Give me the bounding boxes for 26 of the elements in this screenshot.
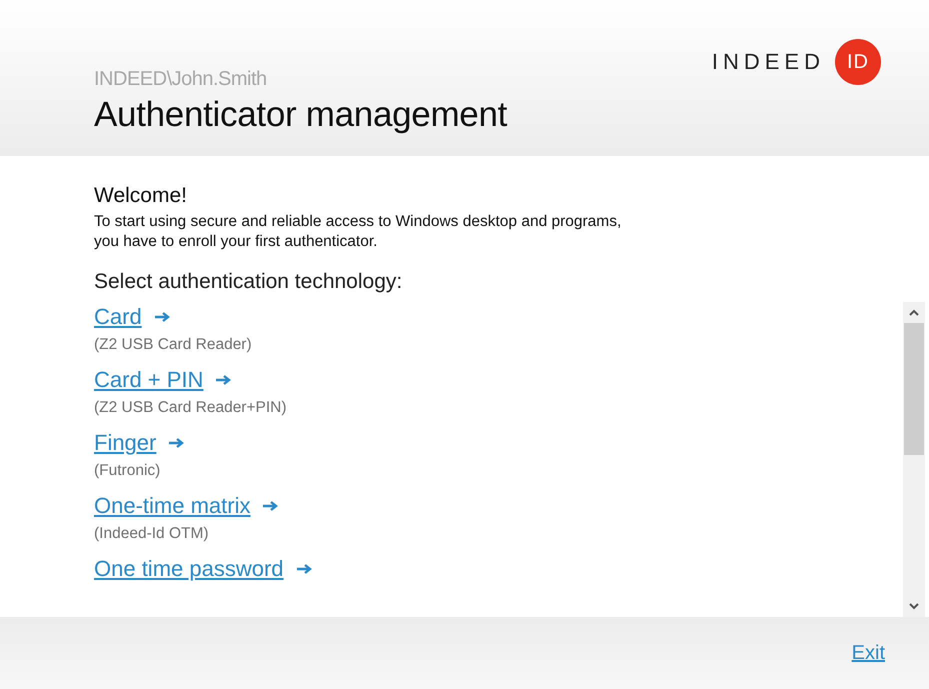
arrow-icon bbox=[154, 311, 171, 324]
user-name: INDEED\John.Smith bbox=[94, 68, 268, 91]
technology-link[interactable]: One-time matrix bbox=[94, 491, 250, 522]
technology-link[interactable]: Card bbox=[94, 302, 142, 332]
device-name: (Indeed-Id OTM) bbox=[94, 525, 210, 544]
technology-link[interactable]: One time password bbox=[94, 554, 284, 584]
arrow-icon bbox=[168, 437, 186, 450]
scroll-up-icon[interactable] bbox=[909, 309, 919, 316]
logo-wordmark: INDEED bbox=[712, 49, 825, 75]
device-name: (Z2 USB Card Reader+PIN) bbox=[94, 399, 288, 418]
welcome-text: To start using secure and reliable access to Windows desktop and programs, you have to enroll your first authenticator. bbox=[94, 212, 622, 252]
device-name: (Futronic) bbox=[94, 462, 162, 480]
arrow-icon bbox=[296, 563, 313, 576]
arrow-icon bbox=[215, 374, 232, 386]
device-name: (Z2 USB Card Reader) bbox=[94, 336, 253, 354]
page-title: Authenticator management bbox=[94, 95, 508, 135]
scroll-down-icon[interactable] bbox=[909, 603, 919, 610]
technology-link[interactable]: Card + PIN bbox=[94, 365, 204, 396]
scrollbar[interactable] bbox=[903, 302, 925, 618]
arrow-icon bbox=[262, 500, 280, 512]
exit-link[interactable]: Exit bbox=[852, 642, 885, 665]
welcome-heading: Welcome! bbox=[94, 184, 188, 208]
technology-link[interactable]: Finger bbox=[94, 428, 156, 458]
logo-badge: ID bbox=[835, 39, 881, 85]
scroll-thumb[interactable] bbox=[904, 323, 924, 456]
section-prompt: Select authentication technology: bbox=[94, 270, 404, 294]
